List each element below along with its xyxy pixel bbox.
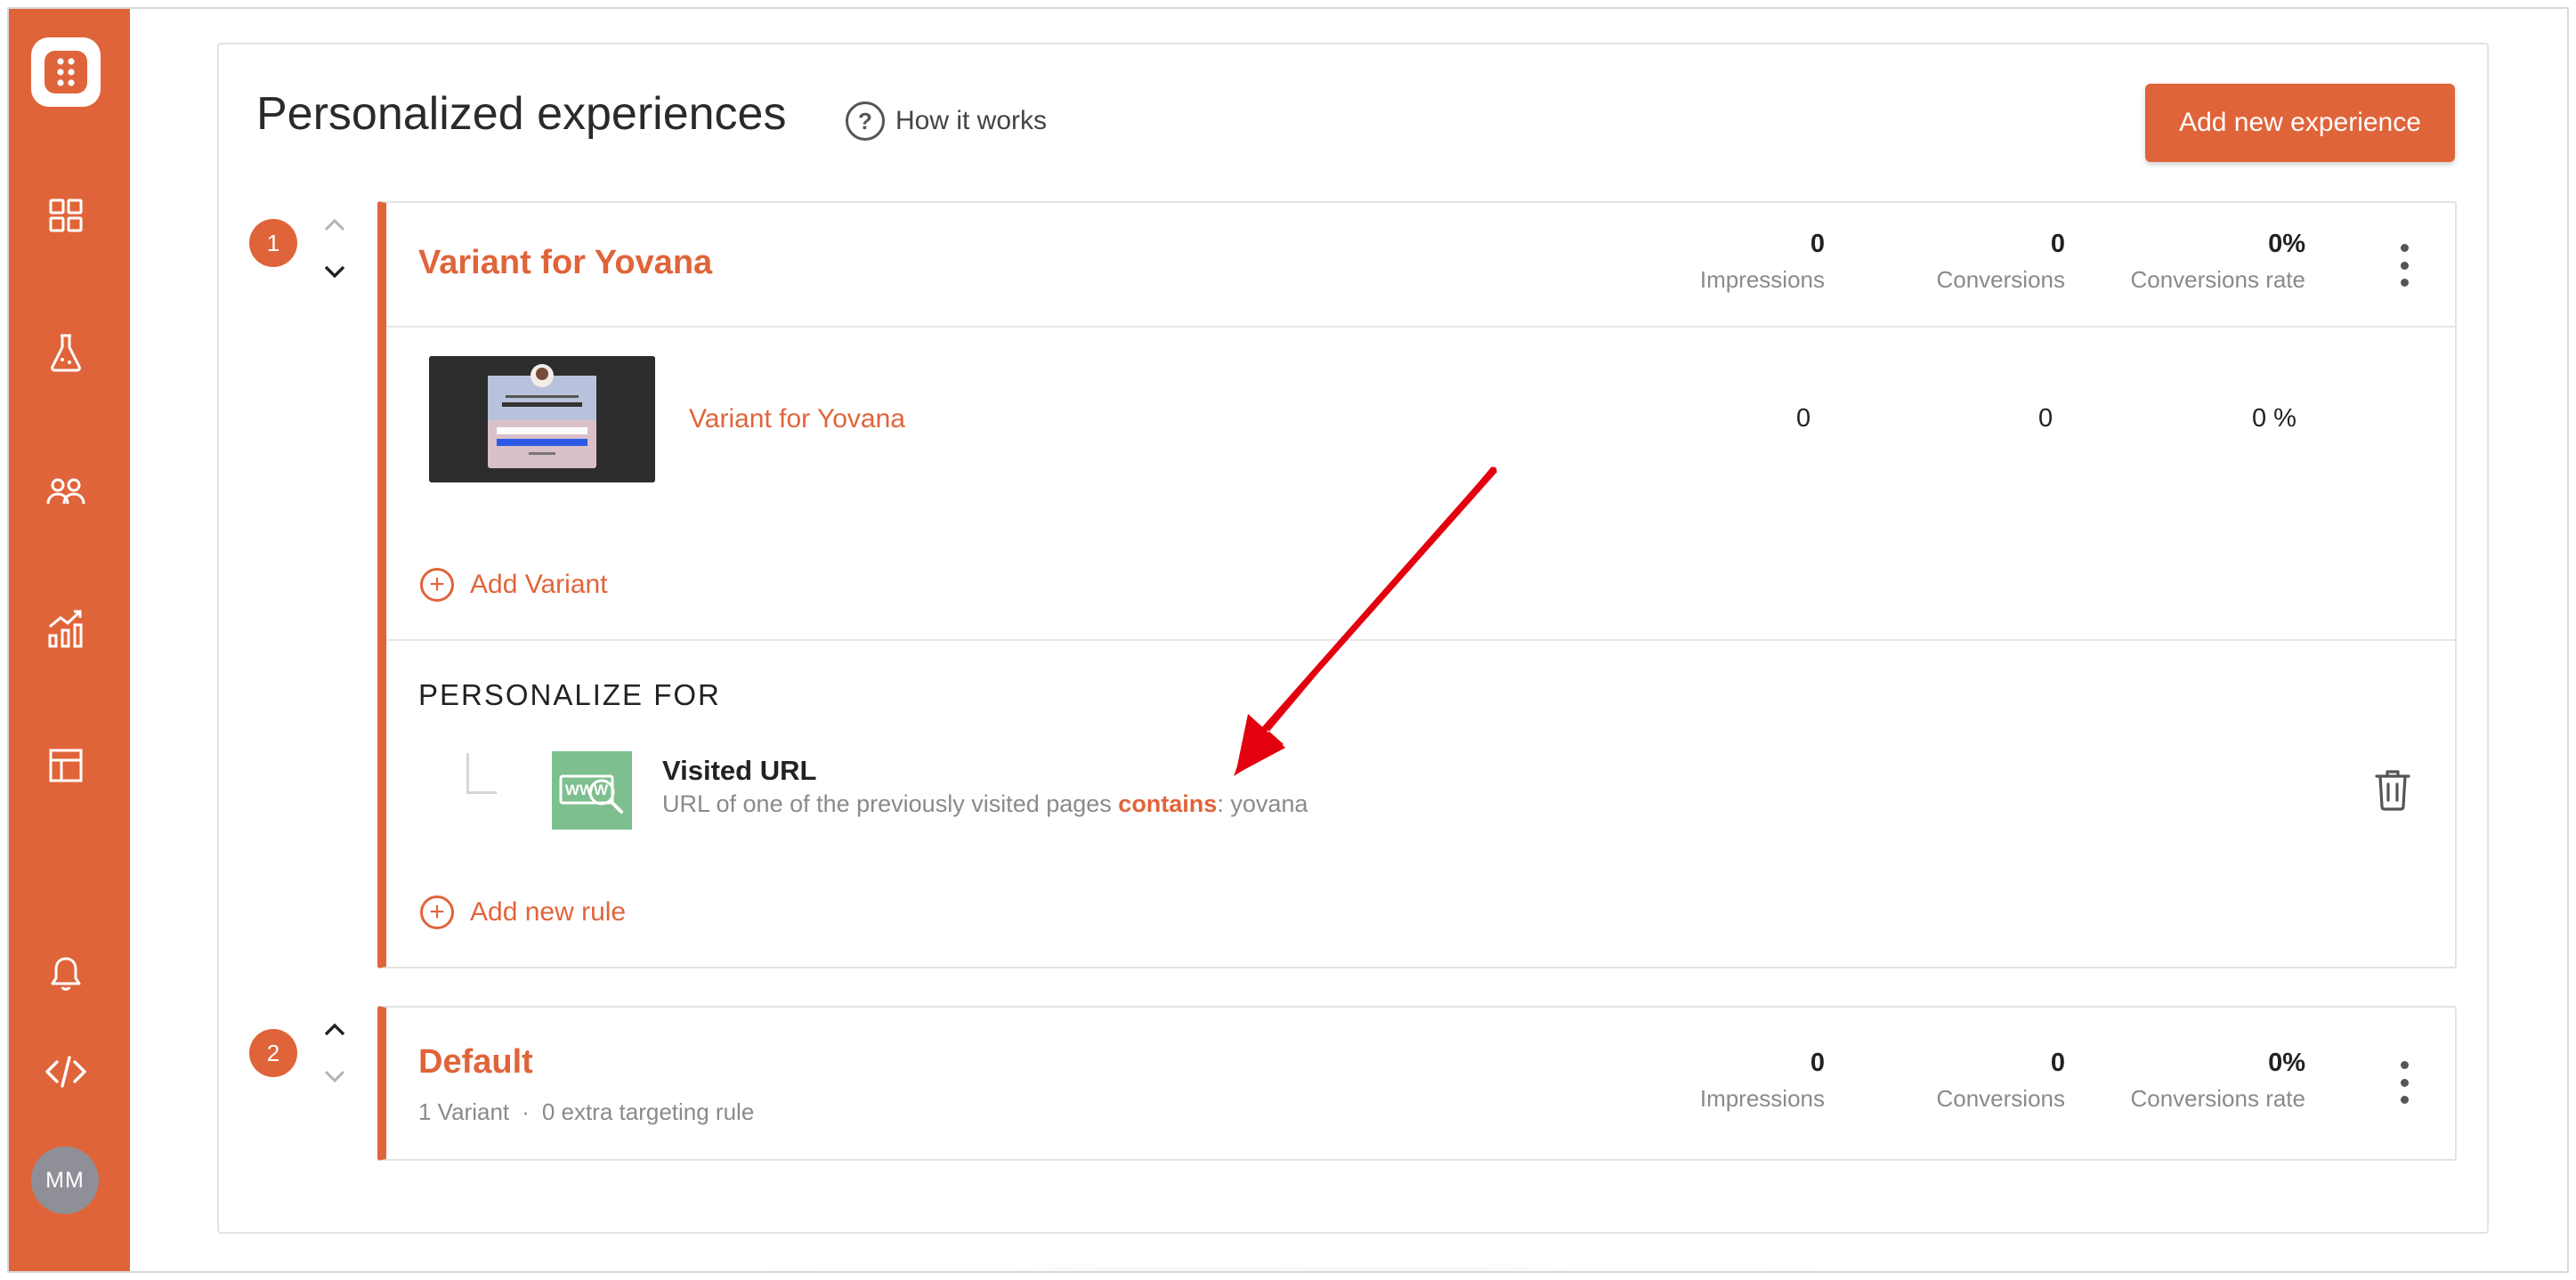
conversion-rate-stat: 0% Conversions rate [2083, 230, 2305, 294]
more-options-icon[interactable] [2391, 1056, 2418, 1109]
conversion-rate-label: Conversions rate [2130, 1085, 2305, 1112]
move-down-chevron-icon[interactable] [319, 260, 351, 285]
impressions-stat: 0 Impressions [1643, 230, 1825, 294]
page-title: Personalized experiences [256, 88, 787, 140]
experience-title[interactable]: Default [418, 1043, 533, 1082]
meta-separator: · [522, 1098, 530, 1125]
impressions-value: 0 [1810, 230, 1825, 258]
grid-dots-logo-icon[interactable] [31, 37, 101, 107]
impressions-label: Impressions [1699, 1085, 1825, 1112]
sidebar: MM [9, 9, 130, 1271]
variant-thumbnail[interactable] [429, 356, 655, 482]
experience-title[interactable]: Variant for Yovana [418, 244, 712, 282]
add-variant-label: Add Variant [470, 570, 608, 599]
conversions-label: Conversions [1936, 266, 2065, 293]
conversion-rate-label: Conversions rate [2130, 266, 2305, 293]
experience-meta: 1 Variant · 0 extra targeting rule [418, 1098, 754, 1126]
conversion-rate-stat: 0% Conversions rate [2083, 1049, 2305, 1113]
help-circle-icon: ? [846, 101, 885, 141]
targeting-rule-count: 0 extra targeting rule [541, 1098, 755, 1125]
more-options-icon[interactable] [2391, 239, 2418, 292]
conversion-rate-value: 0% [2268, 230, 2305, 258]
experience-panel [377, 201, 2457, 968]
plus-circle-icon: + [420, 895, 454, 929]
impressions-value: 0 [1810, 1049, 1825, 1077]
divider [386, 639, 2455, 641]
users-icon[interactable] [43, 468, 89, 514]
bell-icon[interactable] [43, 951, 89, 997]
rule-operator: contains [1118, 790, 1218, 817]
personalize-for-heading: PERSONALIZE FOR [418, 678, 721, 711]
experience-order-badge: 2 [249, 1029, 297, 1077]
variant-name-link[interactable]: Variant for Yovana [689, 404, 905, 434]
plus-circle-icon: + [420, 568, 454, 602]
rule-description: URL of one of the previously visited pag… [662, 790, 1308, 818]
conversions-value: 0 [2050, 230, 2065, 258]
rule-desc-suffix: : yovana [1217, 790, 1308, 817]
rule-desc-prefix: URL of one of the previously visited pag… [662, 790, 1119, 817]
analytics-chart-icon[interactable] [43, 605, 89, 652]
bottom-shadow [507, 1264, 2074, 1271]
add-new-rule-button[interactable]: + Add new rule [420, 895, 626, 929]
avatar-initials: MM [45, 1167, 85, 1193]
code-icon[interactable] [43, 1049, 89, 1095]
impressions-label: Impressions [1699, 266, 1825, 293]
experience-order-badge: 1 [249, 219, 297, 267]
add-variant-button[interactable]: + Add Variant [420, 568, 608, 602]
conversions-stat: 0 Conversions [1887, 230, 2065, 294]
divider [386, 326, 2455, 328]
variant-rate-value: 0 % [2252, 404, 2297, 433]
variant-count: 1 Variant [418, 1098, 510, 1125]
flask-icon[interactable] [43, 329, 89, 376]
move-up-chevron-icon[interactable] [319, 212, 351, 237]
conversions-label: Conversions [1936, 1085, 2065, 1112]
move-up-chevron-icon[interactable] [319, 1017, 351, 1041]
variant-conversions-value: 0 [2038, 404, 2054, 433]
www-icon-text: WWW [565, 782, 609, 798]
visited-url-icon: WWW [552, 751, 632, 830]
how-it-works-link[interactable]: ? How it works [846, 101, 1047, 141]
rule-tree-connector [466, 753, 497, 794]
how-it-works-label: How it works [895, 106, 1048, 135]
rule-title: Visited URL [662, 755, 817, 786]
add-new-experience-button[interactable]: Add new experience [2145, 84, 2455, 162]
conversion-rate-value: 0% [2268, 1049, 2305, 1077]
app-window: MM Personalized experiences ? How it wor… [7, 7, 2569, 1273]
conversions-value: 0 [2050, 1049, 2065, 1077]
conversions-stat: 0 Conversions [1887, 1049, 2065, 1113]
layout-template-icon[interactable] [43, 742, 89, 789]
variant-impressions-value: 0 [1796, 404, 1811, 433]
move-down-chevron-icon[interactable] [319, 1065, 351, 1090]
user-avatar[interactable]: MM [31, 1146, 99, 1214]
delete-rule-trash-icon[interactable] [2373, 767, 2412, 812]
add-new-rule-label: Add new rule [470, 897, 627, 927]
impressions-stat: 0 Impressions [1643, 1049, 1825, 1113]
dashboard-grid-icon[interactable] [43, 192, 89, 239]
